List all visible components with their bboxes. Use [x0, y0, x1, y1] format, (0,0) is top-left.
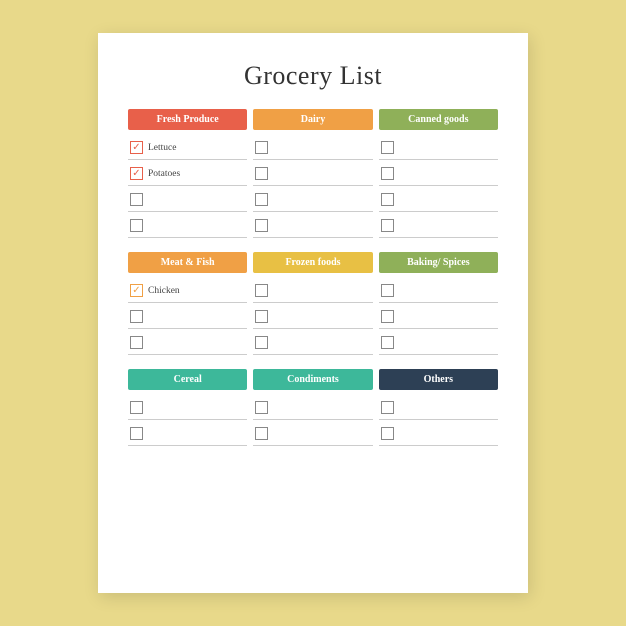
list-row[interactable]: [379, 277, 498, 303]
list-row[interactable]: [253, 134, 372, 160]
section-2-rows: ✓ Chicken: [128, 277, 498, 355]
section-3-col-2: [253, 394, 372, 446]
checkbox[interactable]: [255, 310, 268, 323]
section-1-header-3: Canned goods: [379, 109, 498, 130]
checkbox[interactable]: [255, 336, 268, 349]
checkbox[interactable]: ✓: [130, 141, 143, 154]
section-2-header-2: Frozen foods: [253, 252, 372, 273]
section-2: Meat & Fish Frozen foods Baking/ Spices ✓ Ch…: [128, 252, 498, 355]
checkbox[interactable]: [255, 193, 268, 206]
list-row[interactable]: ✓ Potatoes: [128, 160, 247, 186]
list-row[interactable]: [128, 212, 247, 238]
list-row[interactable]: ✓ Chicken: [128, 277, 247, 303]
checkbox[interactable]: [381, 284, 394, 297]
checkbox[interactable]: [130, 219, 143, 232]
page-title: Grocery List: [128, 61, 498, 91]
section-3-col-3: [379, 394, 498, 446]
checkbox[interactable]: ✓: [130, 284, 143, 297]
list-row[interactable]: [379, 134, 498, 160]
grocery-list-paper: Grocery List Fresh Produce Dairy Canned go…: [98, 33, 528, 593]
checkbox[interactable]: [381, 310, 394, 323]
list-row[interactable]: [128, 329, 247, 355]
checkbox[interactable]: [255, 427, 268, 440]
checkbox[interactable]: [255, 141, 268, 154]
list-row[interactable]: [128, 303, 247, 329]
row-label: Lettuce: [148, 143, 176, 153]
list-row[interactable]: [379, 329, 498, 355]
row-label: Potatoes: [148, 169, 180, 179]
list-row[interactable]: [379, 160, 498, 186]
section-1-header-2: Dairy: [253, 109, 372, 130]
checkbox[interactable]: [255, 284, 268, 297]
section-2-header-1: Meat & Fish: [128, 252, 247, 273]
section-3-header-2: Condiments: [253, 369, 372, 390]
list-row[interactable]: [253, 420, 372, 446]
checkbox[interactable]: [381, 219, 394, 232]
list-row[interactable]: [128, 394, 247, 420]
section-1-header-1: Fresh Produce: [128, 109, 247, 130]
checkbox[interactable]: [130, 336, 143, 349]
checkbox[interactable]: [255, 401, 268, 414]
checkbox[interactable]: [381, 193, 394, 206]
checkbox[interactable]: [381, 141, 394, 154]
section-3-rows: [128, 394, 498, 446]
checkbox[interactable]: [381, 336, 394, 349]
list-row[interactable]: [253, 277, 372, 303]
checkbox[interactable]: [130, 193, 143, 206]
checkbox[interactable]: [381, 401, 394, 414]
list-row[interactable]: [128, 186, 247, 212]
section-2-headers: Meat & Fish Frozen foods Baking/ Spices: [128, 252, 498, 273]
section-1-rows: ✓ Lettuce ✓ Potatoes: [128, 134, 498, 238]
section-3-header-3: Others: [379, 369, 498, 390]
list-row[interactable]: [379, 420, 498, 446]
section-1-col-3: [379, 134, 498, 238]
list-row[interactable]: [253, 186, 372, 212]
list-row[interactable]: [253, 212, 372, 238]
section-2-header-3: Baking/ Spices: [379, 252, 498, 273]
list-row[interactable]: [253, 303, 372, 329]
checkbox[interactable]: [130, 427, 143, 440]
section-3-headers: Cereal Condiments Others: [128, 369, 498, 390]
section-3-col-1: [128, 394, 247, 446]
checkbox[interactable]: [381, 427, 394, 440]
section-1-col-2: [253, 134, 372, 238]
list-row[interactable]: [379, 394, 498, 420]
section-3-header-1: Cereal: [128, 369, 247, 390]
checkbox[interactable]: [130, 401, 143, 414]
checkbox[interactable]: ✓: [130, 167, 143, 180]
list-row[interactable]: [379, 212, 498, 238]
list-row[interactable]: ✓ Lettuce: [128, 134, 247, 160]
list-row[interactable]: [379, 186, 498, 212]
row-label: Chicken: [148, 286, 180, 296]
section-1-headers: Fresh Produce Dairy Canned goods: [128, 109, 498, 130]
checkbox[interactable]: [381, 167, 394, 180]
list-row[interactable]: [253, 394, 372, 420]
section-2-col-3: [379, 277, 498, 355]
list-row[interactable]: [128, 420, 247, 446]
checkbox[interactable]: [255, 219, 268, 232]
section-2-col-1: ✓ Chicken: [128, 277, 247, 355]
section-1-col-1: ✓ Lettuce ✓ Potatoes: [128, 134, 247, 238]
list-row[interactable]: [253, 160, 372, 186]
section-3: Cereal Condiments Others: [128, 369, 498, 446]
list-row[interactable]: [253, 329, 372, 355]
checkbox[interactable]: [130, 310, 143, 323]
checkbox[interactable]: [255, 167, 268, 180]
list-row[interactable]: [379, 303, 498, 329]
section-1: Fresh Produce Dairy Canned goods ✓ Lettuce ✓ P…: [128, 109, 498, 238]
section-2-col-2: [253, 277, 372, 355]
